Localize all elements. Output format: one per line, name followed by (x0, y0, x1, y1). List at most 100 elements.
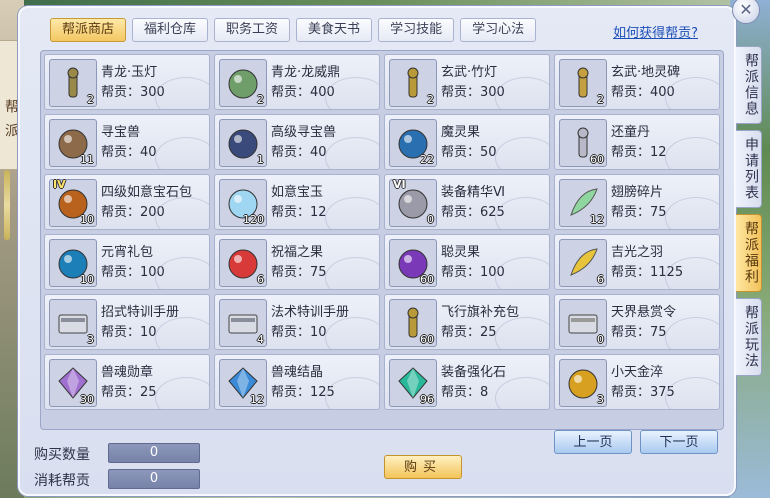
shop-item[interactable]: VI 0 装备精华Ⅵ 帮贡：625 (384, 174, 550, 230)
item-name: 聪灵果 (441, 245, 481, 260)
item-icon-slot: 12 (559, 179, 607, 227)
item-name: 青龙·玉灯 (101, 65, 158, 80)
guild-shop-panel: 帮派商店 福利仓库 职务工资 美食天书 学习技能 学习心法 如何获得帮贡? 2 青龙·玉灯帮… (18, 6, 736, 496)
item-name: 装备强化石 (441, 365, 507, 380)
shop-item[interactable]: 10 元宵礼包帮贡：100 (44, 234, 210, 290)
item-quantity: 6 (257, 273, 264, 286)
item-price: 帮贡：75 (271, 265, 327, 280)
item-name: 如意宝玉 (271, 185, 324, 200)
shop-item[interactable]: 30 兽魂勋章帮贡：25 (44, 354, 210, 410)
item-price: 帮贡：8 (441, 385, 489, 400)
shop-item[interactable]: 60 飞行旗补充包 帮贡：25 (384, 294, 550, 350)
item-name: 装备精华Ⅵ (441, 185, 505, 200)
item-price: 帮贡：12 (611, 145, 667, 160)
side-tab-0[interactable]: 帮派信息 (736, 46, 762, 124)
shop-item[interactable]: 2 青龙·龙威鼎 帮贡：400 (214, 54, 380, 110)
shop-item[interactable]: 60 聪灵果 帮贡：100 (384, 234, 550, 290)
item-price: 帮贡：50 (441, 145, 497, 160)
item-icon-slot: 2 (49, 59, 97, 107)
shop-item[interactable]: 6 吉光之羽 帮贡：1125 (554, 234, 720, 290)
shop-item[interactable]: 2 玄武·地灵碑 帮贡：400 (554, 54, 720, 110)
item-name: 兽魂勋章 (101, 365, 154, 380)
item-quantity: 0 (427, 213, 434, 226)
item-price: 帮贡：1125 (611, 265, 684, 280)
tab-3[interactable]: 美食天书 (296, 18, 373, 42)
tab-1[interactable]: 福利仓库 (132, 18, 209, 42)
shop-item[interactable]: 3 小天金淬 帮贡：375 (554, 354, 720, 410)
skill-manual-icon (55, 305, 91, 341)
tab-2[interactable]: 职务工资 (214, 18, 291, 42)
item-price: 帮贡：75 (611, 205, 667, 220)
item-quantity: 6 (597, 273, 604, 286)
item-name: 玄武·地灵碑 (611, 65, 681, 80)
blessing-fruit-icon (225, 245, 261, 281)
shop-item[interactable]: 96 装备强化石 帮贡：8 (384, 354, 550, 410)
item-name: 招式特训手册 (101, 305, 180, 320)
side-tab-2[interactable]: 帮派福利 (736, 214, 762, 292)
quantity-field[interactable]: 0 (108, 443, 200, 463)
buy-button[interactable]: 购买 (384, 455, 462, 479)
item-quantity: 2 (87, 93, 94, 106)
item-name: 飞行旗补充包 (441, 305, 520, 320)
shop-item[interactable]: 2 青龙·玉灯 帮贡：300 (44, 54, 210, 110)
shop-item[interactable]: 0 天界悬赏令 帮贡：75 (554, 294, 720, 350)
shop-item[interactable]: IV 10 四级如意宝石包 帮贡：200 (44, 174, 210, 230)
item-icon-slot: 3 (559, 359, 607, 407)
item-quantity: 2 (257, 93, 264, 106)
item-quantity: 22 (420, 153, 434, 166)
item-name: 青龙·龙威鼎 (271, 65, 341, 80)
shop-item[interactable]: 3 招式特训手册 帮贡：10 (44, 294, 210, 350)
item-quantity: 2 (597, 93, 604, 106)
shop-item[interactable]: 1 高级寻宝兽 帮贡：40 (214, 114, 380, 170)
shop-item[interactable]: 6 祝福之果 帮贡：75 (214, 234, 380, 290)
item-quantity: 12 (590, 213, 604, 226)
tassel-decoration (4, 170, 10, 240)
shop-item[interactable]: 120 如意宝玉 帮贡：12 (214, 174, 380, 230)
bounty-scroll-icon (565, 305, 601, 341)
item-icon-slot: VI 0 (389, 178, 437, 227)
tab-4[interactable]: 学习技能 (378, 18, 455, 42)
item-grid-container: 2 青龙·玉灯 帮贡：300 2 青龙·龙威鼎 帮贡：400 2 玄武·竹灯 帮贡：300 2 玄武… (40, 50, 724, 430)
item-name: 兽魂结晶 (271, 365, 324, 380)
side-tab-3[interactable]: 帮派玩法 (736, 298, 762, 376)
shop-item[interactable]: 11 寻宝兽 帮贡：40 (44, 114, 210, 170)
item-icon-slot: 2 (219, 59, 267, 107)
cost-value: 0 (108, 469, 200, 489)
item-price: 帮贡：25 (101, 385, 157, 400)
item-price: 帮贡：100 (101, 265, 165, 280)
prev-page-button[interactable]: 上一页 (554, 430, 632, 454)
item-icon-slot: 60 (559, 119, 607, 167)
tab-0[interactable]: 帮派商店 (50, 18, 127, 42)
shop-item[interactable]: 2 玄武·竹灯 帮贡：300 (384, 54, 550, 110)
item-price: 帮贡：400 (271, 85, 335, 100)
item-name: 四级如意宝石包 (101, 185, 193, 200)
next-page-button[interactable]: 下一页 (640, 430, 718, 454)
item-quantity: 10 (80, 273, 94, 286)
shop-item[interactable]: 22 魔灵果帮贡：50 (384, 114, 550, 170)
item-name: 还童丹 (611, 125, 651, 140)
item-icon-slot: 6 (219, 239, 267, 287)
item-quantity: 60 (420, 333, 434, 346)
item-price: 帮贡：125 (271, 385, 335, 400)
item-icon-slot: 4 (219, 299, 267, 347)
item-icon-slot: 22 (389, 119, 437, 167)
item-name: 小天金淬 (611, 365, 664, 380)
item-price: 帮贡：40 (101, 145, 157, 160)
help-link[interactable]: 如何获得帮贡? (613, 22, 698, 41)
side-tab-1[interactable]: 申请列表 (736, 130, 762, 208)
shop-item[interactable]: 4 法术特训手册 帮贡：10 (214, 294, 380, 350)
shop-item[interactable]: 12 兽魂结晶 帮贡：125 (214, 354, 380, 410)
item-quantity: 2 (427, 93, 434, 106)
item-name: 翅膀碎片 (611, 185, 664, 200)
item-name: 元宵礼包 (101, 245, 154, 260)
lamp-icon (55, 65, 91, 101)
shop-item[interactable]: 12 翅膀碎片帮贡：75 (554, 174, 720, 230)
bamboo-lamp-icon (395, 65, 431, 101)
item-name: 法术特训手册 (271, 305, 350, 320)
item-tier-badge: VI (393, 178, 406, 191)
item-icon-slot: 30 (49, 359, 97, 407)
shop-item[interactable]: 60 还童丹帮贡：12 (554, 114, 720, 170)
tab-5[interactable]: 学习心法 (460, 18, 537, 42)
item-name: 魔灵果 (441, 125, 481, 140)
quantity-label: 购买数量 (34, 447, 90, 463)
